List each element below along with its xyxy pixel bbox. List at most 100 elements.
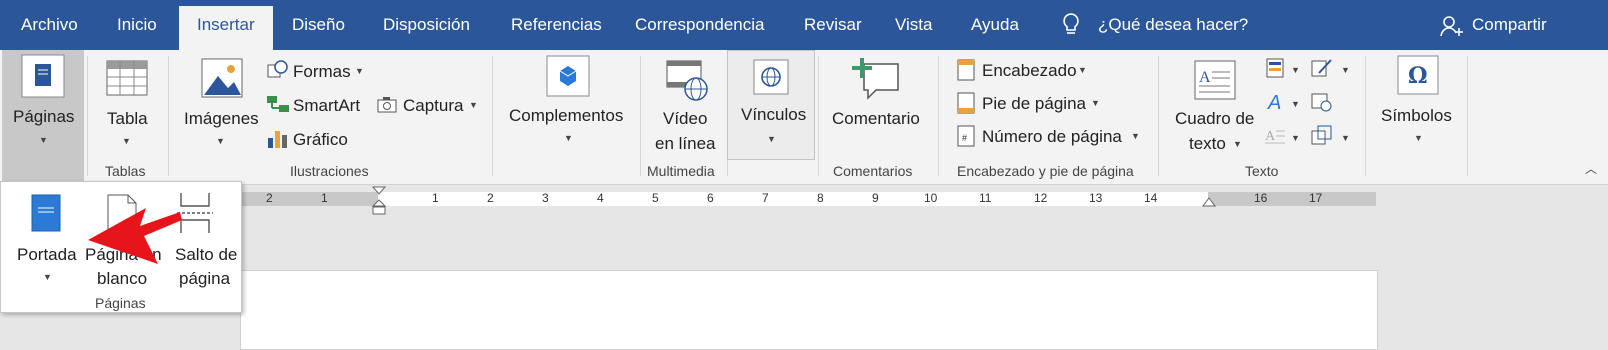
chevron-down-icon: ▼ <box>1291 133 1300 143</box>
tab-archivo[interactable]: Archivo <box>21 15 78 39</box>
shapes-icon[interactable] <box>266 59 290 81</box>
chevron-down-icon: ▼ <box>122 136 131 146</box>
tabla-button[interactable]: Tabla <box>107 109 148 129</box>
drop-cap-icon[interactable]: A <box>1264 126 1286 146</box>
link-globe-icon <box>753 59 789 95</box>
ruler-number: 13 <box>1089 191 1103 205</box>
tab-disposicion[interactable]: Disposición <box>383 15 470 39</box>
chevron-down-icon: ▼ <box>1233 139 1242 149</box>
encabezado-button[interactable]: Encabezado <box>982 61 1077 81</box>
chevron-down-icon: ▼ <box>43 272 52 282</box>
svg-text:A: A <box>1199 69 1211 86</box>
svg-text:Ω: Ω <box>1408 63 1428 89</box>
indent-marker-icon[interactable] <box>372 186 386 216</box>
date-time-icon[interactable] <box>1311 91 1333 113</box>
collapse-ribbon-icon[interactable]: ︿ <box>1585 160 1597 177</box>
ruler-number: 1 <box>432 191 439 205</box>
text-box-icon[interactable]: A <box>1194 60 1236 100</box>
chevron-down-icon: ▼ <box>767 134 776 144</box>
vinculos-button[interactable]: Vínculos ▼ <box>727 50 815 160</box>
pages-icon <box>21 54 65 98</box>
salto-label-2: página <box>179 269 231 288</box>
paginas-label: Páginas <box>13 107 75 126</box>
quick-parts-icon[interactable] <box>1265 58 1285 78</box>
smartart-button[interactable]: SmartArt <box>293 96 360 116</box>
imagenes-button[interactable]: Imágenes <box>184 109 259 129</box>
ruler-number: 4 <box>597 191 604 205</box>
tab-revisar[interactable]: Revisar <box>804 15 862 39</box>
ruler-right-margin <box>1208 192 1376 206</box>
right-indent-marker-icon[interactable] <box>1202 196 1216 210</box>
chevron-down-icon: ▼ <box>564 133 573 143</box>
share-button[interactable]: Compartir <box>1472 15 1547 39</box>
chevron-down-icon: ▼ <box>1291 99 1300 109</box>
portada-button[interactable]: Portada ▼ <box>7 186 81 296</box>
tab-referencias[interactable]: Referencias <box>511 15 602 39</box>
svg-text:#: # <box>962 133 967 143</box>
chevron-down-icon: ▼ <box>39 135 48 145</box>
comentario-button[interactable]: Comentario <box>832 109 920 129</box>
vinculos-label: Vínculos <box>741 105 807 124</box>
ruler-number: 7 <box>762 191 769 205</box>
ruler-number: 10 <box>924 191 938 205</box>
chevron-down-icon: ▼ <box>1291 65 1300 75</box>
group-label-comentarios: Comentarios <box>833 163 913 179</box>
ruler-number: 17 <box>1309 191 1323 205</box>
svg-text:A: A <box>1267 92 1281 113</box>
signature-line-icon[interactable] <box>1311 58 1333 78</box>
portada-label: Portada <box>17 245 77 264</box>
object-icon[interactable] <box>1311 125 1333 147</box>
pie-pagina-button[interactable]: Pie de página <box>982 94 1086 114</box>
table-icon[interactable] <box>106 60 148 96</box>
video-label-2[interactable]: en línea <box>655 134 716 154</box>
group-label-multimedia: Multimedia <box>647 163 715 179</box>
tab-ayuda[interactable]: Ayuda <box>971 15 1019 39</box>
share-person-icon[interactable] <box>1440 14 1464 38</box>
omega-symbol-icon[interactable]: Ω <box>1397 55 1439 95</box>
chevron-down-icon: ▼ <box>1341 65 1350 75</box>
chevron-down-icon: ▼ <box>1078 65 1087 75</box>
ribbon-tab-bar: Archivo Inicio Insertar Diseño Disposici… <box>0 0 1608 52</box>
group-label-ilustraciones: Ilustraciones <box>290 163 369 179</box>
camera-screenshot-icon[interactable] <box>376 94 400 114</box>
cuadro-texto-label-1[interactable]: Cuadro de <box>1175 109 1254 129</box>
tab-vista[interactable]: Vista <box>895 15 933 39</box>
image-icon[interactable] <box>201 58 243 98</box>
chevron-down-icon: ▼ <box>1091 98 1100 108</box>
video-label-1[interactable]: Vídeo <box>663 109 707 129</box>
ruler-number: 16 <box>1254 191 1268 205</box>
footer-icon[interactable] <box>957 92 975 114</box>
chevron-down-icon: ▼ <box>216 136 225 146</box>
numero-pagina-button[interactable]: Número de página <box>982 127 1122 147</box>
smartart-icon[interactable] <box>266 94 290 114</box>
header-icon[interactable] <box>957 59 975 81</box>
addins-store-icon[interactable] <box>546 55 590 97</box>
grafico-button[interactable]: Gráfico <box>293 130 348 150</box>
tell-me-search[interactable]: ¿Qué desea hacer? <box>1098 15 1248 39</box>
lightbulb-icon <box>1063 13 1079 34</box>
wordart-icon[interactable]: A <box>1266 91 1286 113</box>
ruler-number: 5 <box>652 191 659 205</box>
ruler-number: 9 <box>872 191 879 205</box>
group-label-paginas: Páginas <box>95 295 146 311</box>
chevron-down-icon: ▼ <box>1131 131 1140 141</box>
simbolos-button[interactable]: Símbolos <box>1381 106 1452 126</box>
ruler-number: 1 <box>321 191 328 205</box>
comment-icon[interactable] <box>852 56 900 100</box>
tab-correspondencia[interactable]: Correspondencia <box>635 15 764 39</box>
ruler-number: 2 <box>487 191 494 205</box>
online-video-icon[interactable] <box>666 59 710 103</box>
tab-inicio[interactable]: Inicio <box>117 15 157 39</box>
page-number-icon[interactable]: # <box>957 125 975 147</box>
paginas-button[interactable]: Páginas ▼ <box>2 50 84 183</box>
ruler-number: 8 <box>817 191 824 205</box>
complementos-button[interactable]: Complementos <box>509 106 623 126</box>
tab-diseno[interactable]: Diseño <box>292 15 345 39</box>
group-label-texto: Texto <box>1245 163 1279 179</box>
document-page[interactable] <box>240 270 1378 350</box>
cuadro-texto-label-2[interactable]: texto <box>1189 134 1226 154</box>
captura-button[interactable]: Captura <box>403 96 463 116</box>
formas-button[interactable]: Formas <box>293 62 351 82</box>
chart-icon[interactable] <box>266 127 290 149</box>
tab-insertar[interactable]: Insertar <box>179 6 273 52</box>
